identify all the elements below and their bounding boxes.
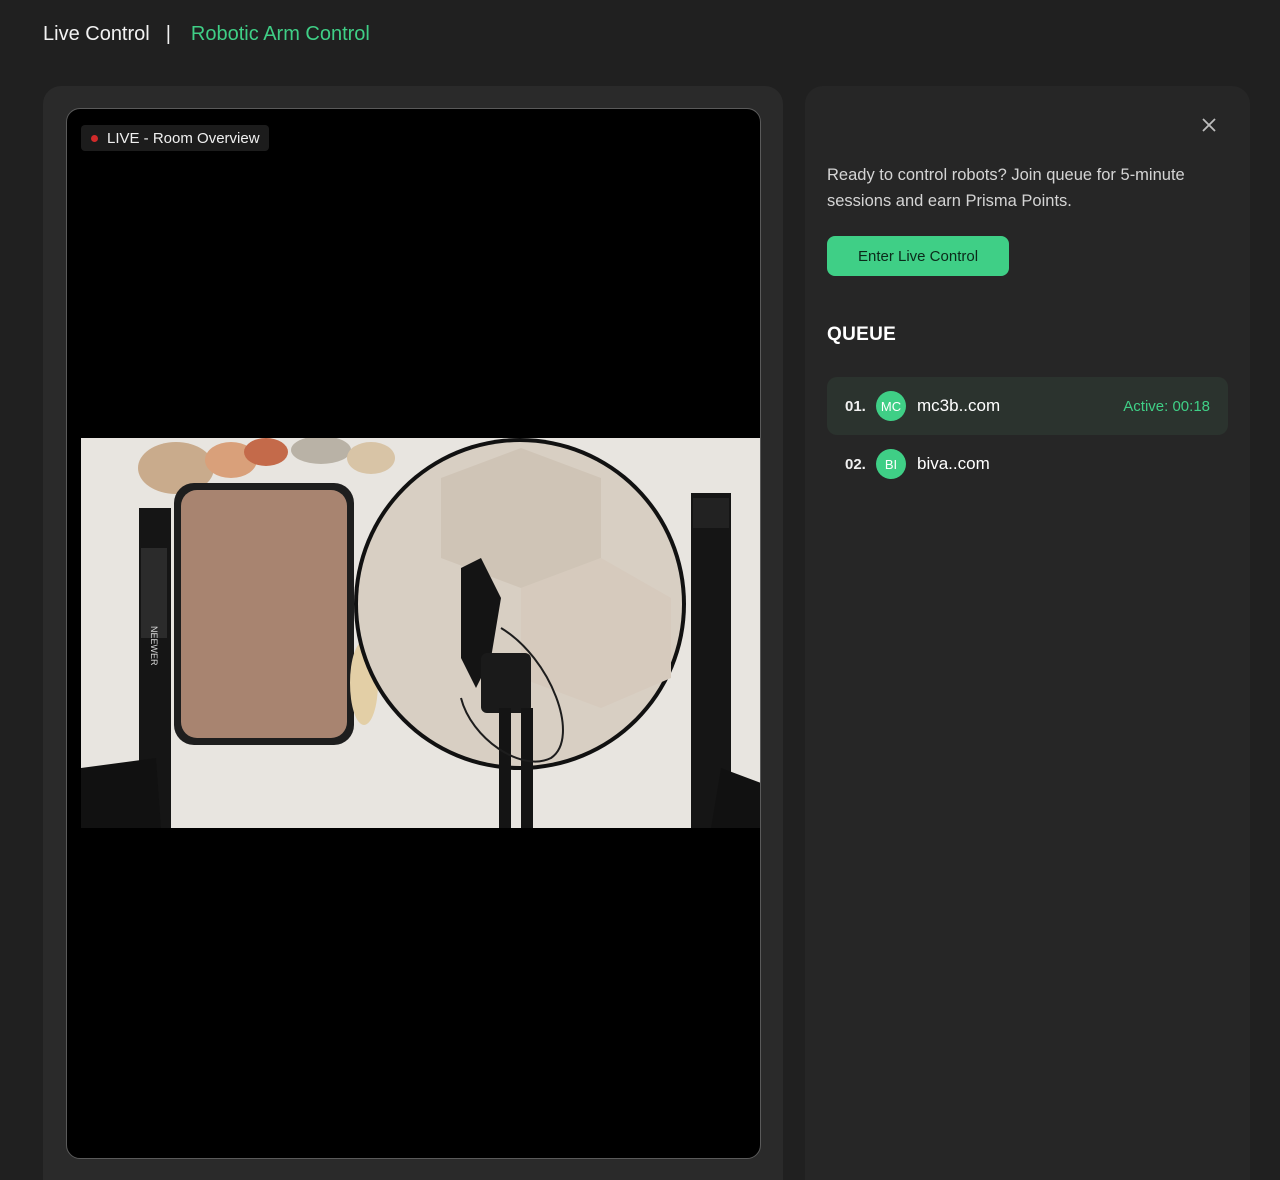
queue-username: mc3b..com bbox=[917, 396, 1001, 415]
avatar: BI bbox=[876, 449, 906, 479]
queue-item: 02. BI biva..com bbox=[827, 435, 1228, 493]
page-title: Live Control bbox=[43, 22, 150, 45]
queue-username: biva..com bbox=[917, 454, 990, 473]
close-icon[interactable] bbox=[1198, 114, 1220, 136]
queue-position: 01. bbox=[845, 397, 866, 415]
queue-item: 01. MC mc3b..com Active: 00:18 bbox=[827, 377, 1228, 435]
page-subtitle[interactable]: Robotic Arm Control bbox=[191, 23, 370, 46]
camera-brand-label: NEEWER bbox=[149, 626, 159, 666]
avatar: MC bbox=[876, 391, 906, 421]
queue-title: QUEUE bbox=[827, 324, 897, 345]
control-panel: Ready to control robots? Join queue for … bbox=[805, 86, 1250, 1180]
queue-position: 02. bbox=[845, 455, 866, 473]
queue-list: 01. MC mc3b..com Active: 00:18 02. BI bi… bbox=[827, 377, 1228, 493]
camera-image: NEEWER bbox=[81, 438, 760, 828]
live-dot-icon bbox=[91, 134, 98, 142]
live-video-feed[interactable]: LIVE - Room Overview NEEWER bbox=[66, 108, 761, 1159]
room-overview-image: NEEWER bbox=[81, 438, 760, 828]
intro-text: Ready to control robots? Join queue for … bbox=[827, 166, 1185, 210]
live-badge: LIVE - Room Overview bbox=[81, 125, 269, 151]
enter-live-control-button[interactable]: Enter Live Control bbox=[827, 236, 1009, 276]
queue-status: Active: 00:18 bbox=[1123, 397, 1210, 415]
live-badge-label: LIVE - Room Overview bbox=[107, 129, 260, 147]
breadcrumb-separator: | bbox=[165, 22, 171, 45]
breadcrumb: Live Control | Robotic Arm Control bbox=[43, 20, 370, 48]
